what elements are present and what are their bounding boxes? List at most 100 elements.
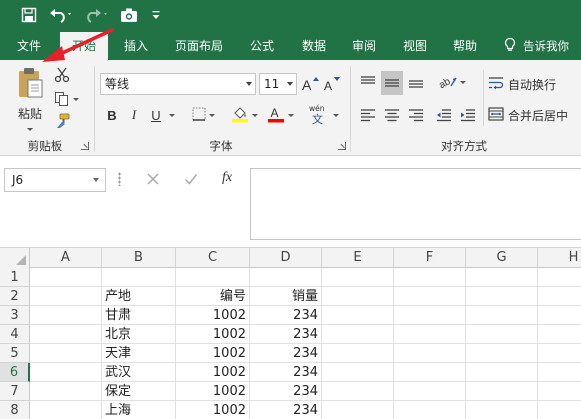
cell[interactable] [394,287,466,306]
cell[interactable] [466,363,538,382]
cell[interactable] [538,325,581,344]
cell[interactable] [322,325,394,344]
row-header[interactable]: 7 [0,382,30,401]
column-header-e[interactable]: E [322,248,394,268]
cell[interactable] [30,382,102,401]
tab-formulas[interactable]: 公式 [240,32,284,60]
italic-button[interactable]: I [124,104,144,126]
save-icon[interactable] [18,4,40,26]
cell[interactable]: 234 [250,306,322,325]
tab-review[interactable]: 审阅 [342,32,386,60]
tab-home[interactable]: 开始 [60,32,108,60]
cell[interactable] [394,382,466,401]
cell[interactable] [250,268,322,287]
tab-help[interactable]: 帮助 [443,32,487,60]
undo-icon[interactable] [48,4,74,26]
tab-page-layout[interactable]: 页面布局 [166,32,232,60]
cell[interactable] [538,344,581,363]
customize-icon[interactable] [148,4,164,26]
cell[interactable] [30,268,102,287]
cell[interactable] [30,325,102,344]
cell[interactable] [322,287,394,306]
top-align-icon[interactable] [357,71,379,93]
cell[interactable]: 销量 [250,287,322,306]
bold-button[interactable]: B [102,104,122,126]
increase-indent-icon[interactable] [457,104,479,126]
format-painter-icon[interactable] [52,112,72,130]
cell[interactable] [176,268,250,287]
cut-icon[interactable] [52,66,72,84]
name-box[interactable]: J6 [4,168,106,192]
tab-view[interactable]: 视图 [393,32,437,60]
increase-font-size-icon[interactable]: A [301,73,319,95]
cell[interactable] [466,287,538,306]
row-header[interactable]: 6 [0,363,30,382]
underline-button[interactable]: U [146,104,166,126]
cell[interactable] [538,382,581,401]
column-header-f[interactable]: F [394,248,466,268]
align-right-icon[interactable] [405,104,427,126]
column-header-h[interactable]: H [538,248,581,268]
cell[interactable] [466,401,538,419]
cell[interactable] [466,268,538,287]
align-center-icon[interactable] [381,104,403,126]
cell[interactable]: 保定 [102,382,176,401]
cell[interactable] [466,325,538,344]
select-all-button[interactable] [0,248,30,268]
cell[interactable] [322,382,394,401]
cell[interactable]: 1002 [176,325,250,344]
align-left-icon[interactable] [357,104,379,126]
decrease-font-size-icon[interactable]: A [322,73,340,95]
clipboard-dialog-launcher[interactable] [81,142,89,150]
column-header-c[interactable]: C [176,248,250,268]
tab-data[interactable]: 数据 [292,32,336,60]
column-header-a[interactable]: A [30,248,102,268]
font-color-button[interactable]: A [264,104,296,126]
paste-button[interactable]: 粘贴 [10,66,50,136]
column-header-b[interactable]: B [102,248,176,268]
cell[interactable]: 上海 [102,401,176,419]
tab-insert[interactable]: 插入 [114,32,158,60]
cell[interactable] [538,287,581,306]
cancel-icon[interactable] [146,172,160,189]
cell[interactable] [394,268,466,287]
merge-center-button[interactable]: 合并后居中 [488,104,581,126]
cell[interactable] [394,325,466,344]
row-header[interactable]: 4 [0,325,30,344]
cell[interactable]: 234 [250,382,322,401]
cell[interactable]: 234 [250,325,322,344]
column-header-g[interactable]: G [466,248,538,268]
cell[interactable] [538,401,581,419]
cell[interactable] [30,306,102,325]
cell[interactable] [322,344,394,363]
row-header[interactable]: 2 [0,287,30,306]
fill-color-button[interactable] [228,104,260,126]
cell[interactable] [538,363,581,382]
orientation-button[interactable]: ab [436,71,468,93]
cell[interactable] [394,401,466,419]
cell[interactable] [102,268,176,287]
row-header[interactable]: 1 [0,268,30,287]
cell[interactable] [30,287,102,306]
tab-file[interactable]: 文件 [6,32,52,60]
enter-check-icon[interactable] [184,172,198,189]
cell[interactable]: 北京 [102,325,176,344]
cell[interactable] [466,382,538,401]
cell[interactable]: 1002 [176,382,250,401]
row-header[interactable]: 3 [0,306,30,325]
tell-me-box[interactable]: 告诉我你 [504,32,569,60]
copy-icon[interactable] [52,90,80,108]
cell[interactable]: 甘肃 [102,306,176,325]
camera-icon[interactable] [118,4,140,26]
cell[interactable]: 武汉 [102,363,176,382]
underline-dropdown[interactable] [166,104,178,126]
cell[interactable]: 234 [250,401,322,419]
redo-icon[interactable] [84,4,110,26]
cell[interactable] [538,268,581,287]
borders-button[interactable] [188,104,218,126]
row-header[interactable]: 5 [0,344,30,363]
cell[interactable] [30,363,102,382]
cell[interactable]: 产地 [102,287,176,306]
decrease-indent-icon[interactable] [433,104,455,126]
font-dialog-launcher[interactable] [338,142,346,150]
